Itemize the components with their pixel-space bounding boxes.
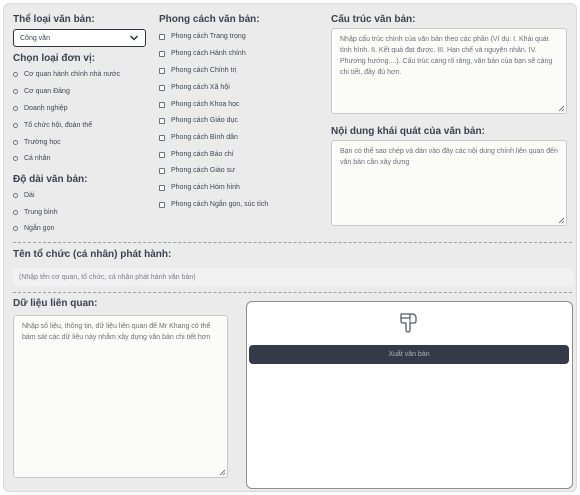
checkbox-icon (159, 50, 165, 57)
style-label: Phong cách Trang trọng (171, 33, 246, 40)
issuer-input[interactable]: (Nhập tên cơ quan, tổ chức, cá nhân phát… (13, 268, 574, 286)
radio-icon (13, 123, 18, 128)
unit-option[interactable]: Tổ chức hội, đoàn thể (13, 122, 92, 129)
radio-icon (13, 156, 18, 161)
checkbox-icon (159, 151, 165, 158)
unit-option-label: Cá nhân (24, 155, 51, 162)
style-checkbox[interactable]: Phong cách Chính trị (159, 67, 236, 74)
checkbox-icon (159, 33, 165, 40)
checkbox-icon (159, 67, 165, 74)
unit-option[interactable]: Cá nhân (13, 155, 50, 162)
style-label: Phong cách Hành chính (171, 50, 246, 57)
radio-icon (13, 226, 18, 231)
related-textarea[interactable]: Nhập số liệu, thông tin, dữ liệu liên qu… (13, 315, 228, 478)
unit-option-label: Cơ quan hành chính nhà nước (24, 71, 120, 78)
divider (13, 292, 572, 293)
checkbox-icon (159, 201, 165, 208)
style-checkbox[interactable]: Phong cách Hành chính (159, 50, 246, 57)
export-button[interactable]: Xuất văn bản (249, 345, 569, 364)
length-option[interactable]: Trung bình (13, 209, 58, 216)
resize-grip-icon[interactable] (558, 217, 565, 224)
unit-label: Chọn loại đơn vị: (13, 53, 96, 64)
chevron-down-icon (129, 35, 139, 41)
unit-option-label: Doanh nghiệp (24, 105, 68, 112)
style-checkbox[interactable]: Phong cách Ngắn gọn, súc tích (159, 201, 268, 208)
length-option-label: Ngắn gọn (24, 225, 55, 232)
pointing-hand-icon (400, 313, 417, 333)
divider (13, 242, 572, 243)
summary-placeholder: Bạn có thể sao chép và dán vào đây các n… (340, 148, 558, 166)
style-label: Phong cách Giáo dục (171, 117, 238, 124)
structure-label: Cấu trúc văn bản: (331, 14, 416, 25)
structure-textarea[interactable]: Nhập cấu trúc chính của văn bản theo các… (331, 28, 567, 114)
related-label: Dữ liệu liên quan: (13, 298, 98, 309)
style-label: Phong cách Bình dân (171, 134, 238, 141)
style-checkbox[interactable]: Phong cách Báo chí (159, 151, 234, 158)
styles-label: Phong cách văn bản: (159, 14, 260, 25)
checkbox-icon (159, 167, 165, 174)
length-option-label: Trung bình (24, 209, 58, 216)
unit-option[interactable]: Doanh nghiệp (13, 105, 68, 112)
checkbox-icon (159, 101, 165, 108)
resize-grip-icon[interactable] (558, 105, 565, 112)
issuer-label: Tên tổ chức (cá nhân) phát hành: (13, 249, 172, 260)
style-checkbox[interactable]: Phong cách Hóm hỉnh (159, 184, 240, 191)
style-label: Phong cách Hóm hỉnh (171, 184, 240, 191)
unit-option-label: Tổ chức hội, đoàn thể (24, 122, 93, 129)
style-label: Phong cách Ngắn gọn, súc tích (171, 201, 269, 208)
radio-icon (13, 140, 18, 145)
checkbox-icon (159, 117, 165, 124)
radio-icon (13, 193, 18, 198)
form-panel: Thể loại văn bản: Công văn Chọn loại đơn… (3, 3, 577, 492)
length-label: Độ dài văn bản: (13, 174, 88, 185)
doc-type-label: Thể loại văn bản: (13, 14, 95, 25)
summary-textarea[interactable]: Bạn có thể sao chép và dán vào đây các n… (331, 140, 567, 226)
summary-label: Nội dung khái quát của văn bản: (331, 126, 485, 137)
length-option-label: Dài (24, 192, 35, 199)
structure-placeholder: Nhập cấu trúc chính của văn bản theo các… (340, 36, 553, 76)
unit-option[interactable]: Cơ quan hành chính nhà nước (13, 71, 120, 78)
style-label: Phong cách Khoa học (171, 101, 240, 108)
style-label: Phong cách Chính trị (171, 67, 237, 74)
style-label: Phong cách Báo chí (171, 151, 234, 158)
length-option[interactable]: Dài (13, 192, 35, 199)
related-placeholder: Nhập số liệu, thông tin, dữ liệu liên qu… (22, 323, 211, 341)
style-label: Phong cách Giáo sư (171, 167, 235, 174)
style-checkbox[interactable]: Phong cách Giáo dục (159, 117, 238, 124)
issuer-placeholder: (Nhập tên cơ quan, tổ chức, cá nhân phát… (19, 273, 196, 281)
style-checkbox[interactable]: Phong cách Trang trọng (159, 33, 246, 40)
style-checkbox[interactable]: Phong cách Giáo sư (159, 167, 235, 174)
radio-icon (13, 210, 18, 215)
length-option[interactable]: Ngắn gọn (13, 225, 54, 232)
resize-grip-icon[interactable] (219, 469, 226, 476)
radio-icon (13, 72, 18, 77)
style-checkbox[interactable]: Phong cách Xã hội (159, 84, 230, 91)
unit-option-label: Cơ quan Đảng (24, 88, 70, 95)
checkbox-icon (159, 184, 165, 191)
unit-option-label: Trường học (24, 139, 61, 146)
radio-icon (13, 106, 18, 111)
checkbox-icon (159, 134, 165, 141)
doc-type-select[interactable]: Công văn (13, 29, 146, 47)
unit-option[interactable]: Cơ quan Đảng (13, 88, 70, 95)
style-label: Phong cách Xã hội (171, 84, 230, 91)
radio-icon (13, 89, 18, 94)
style-checkbox[interactable]: Phong cách Bình dân (159, 134, 238, 141)
unit-option[interactable]: Trường học (13, 139, 61, 146)
style-checkbox[interactable]: Phong cách Khoa học (159, 101, 240, 108)
checkbox-icon (159, 84, 165, 91)
doc-type-value: Công văn (20, 34, 50, 42)
